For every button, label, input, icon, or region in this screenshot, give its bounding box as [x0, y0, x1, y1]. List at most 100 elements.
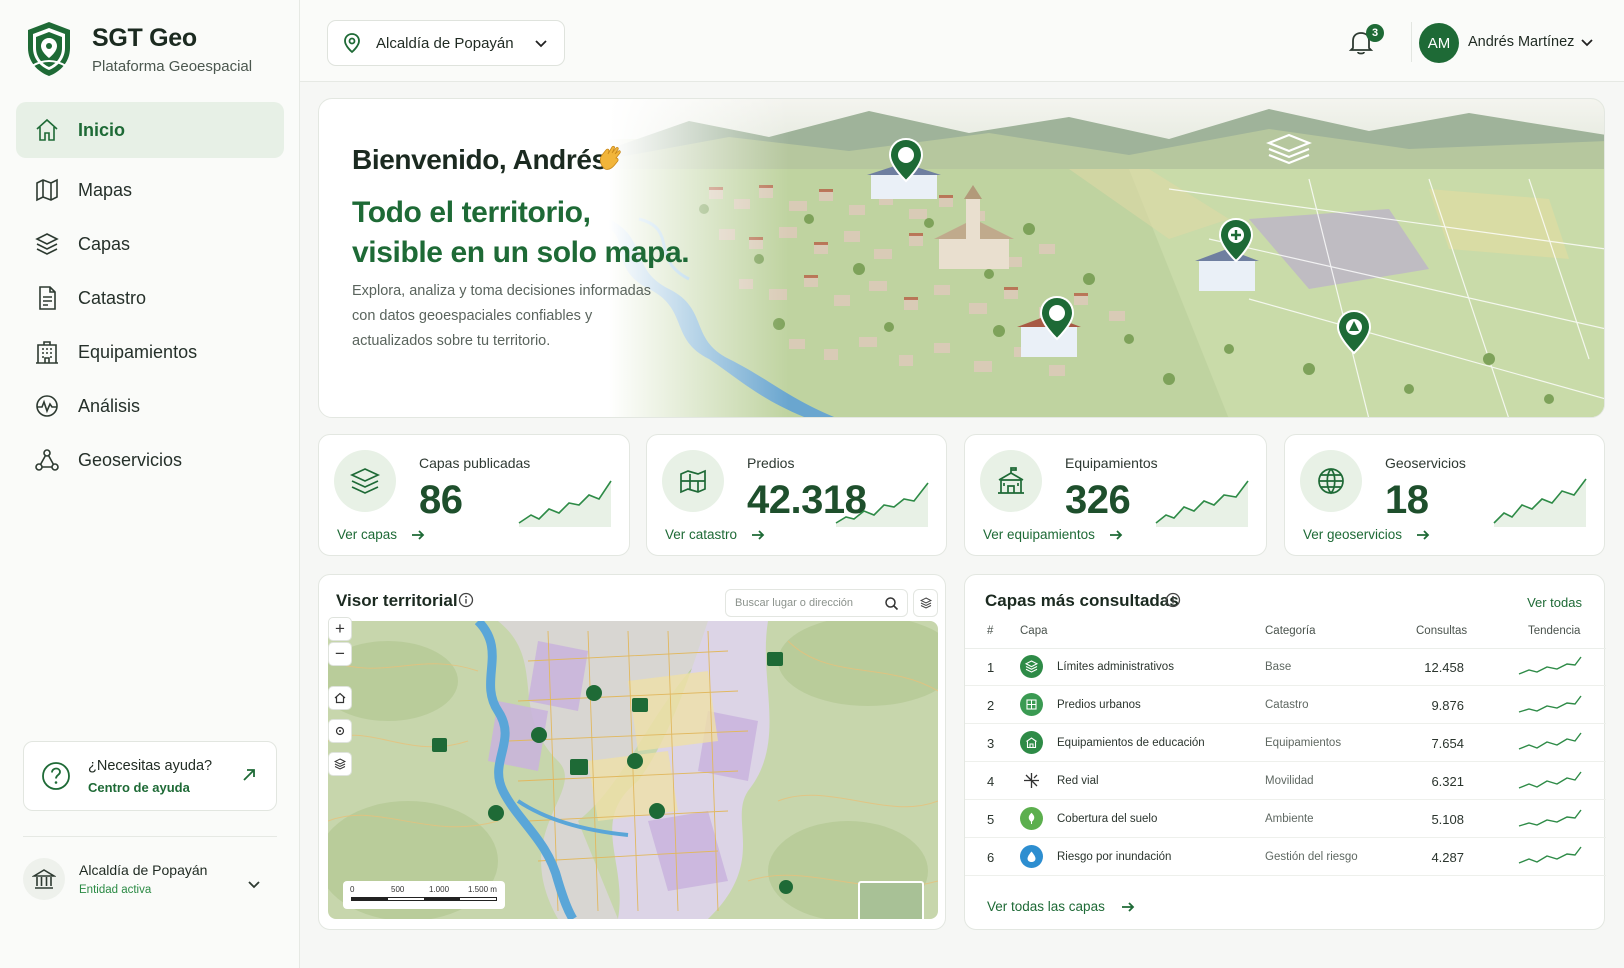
column-header: #	[987, 625, 994, 637]
trend-sparkline	[1518, 846, 1582, 864]
arrow-right-icon	[412, 529, 425, 540]
column-header: Tendencia	[1528, 625, 1581, 637]
map-search-placeholder: Buscar lugar o dirección	[735, 597, 854, 609]
table-row[interactable]: 6 Riesgo por inundación Gestión del ries…	[965, 838, 1606, 876]
sidebar-item-mapas[interactable]: Mapas	[16, 162, 284, 218]
kpi-value: 326	[1065, 478, 1131, 522]
layer-count: 9.876	[1431, 698, 1464, 713]
layer-category: Gestión del riesgo	[1265, 851, 1358, 863]
kpi-link[interactable]: Ver catastro	[665, 527, 765, 542]
pulse-chart-icon	[36, 395, 58, 417]
scale-label: 0	[350, 885, 355, 894]
arrow-right-icon	[752, 529, 765, 540]
sidebar-item-analisis[interactable]: Análisis	[16, 378, 284, 434]
info-icon[interactable]	[458, 592, 474, 608]
view-all-layers-link[interactable]: Ver todas las capas	[987, 899, 1135, 914]
table-row[interactable]: 1 Límites administrativos Base 12.458	[965, 648, 1606, 686]
kpi-card-capas[interactable]: Capas publicadas 86 Ver capas	[318, 434, 630, 556]
kpi-card-geoservicios[interactable]: Geoservicios 18 Ver geoservicios	[1284, 434, 1605, 556]
map-search-input[interactable]: Buscar lugar o dirección	[725, 589, 908, 617]
brand-subtitle: Plataforma Geoespacial	[92, 57, 253, 75]
arrow-right-icon	[1109, 529, 1123, 540]
trend-sparkline	[1518, 809, 1582, 827]
sidebar-item-catastro[interactable]: Catastro	[16, 270, 284, 326]
row-rank: 3	[987, 736, 995, 751]
arrow-right-icon	[1121, 901, 1135, 912]
sidebar-item-label: Inicio	[78, 119, 126, 140]
zoom-out-button[interactable]: −	[328, 642, 352, 666]
leaf-icon	[1020, 807, 1043, 830]
kpi-value: 18	[1385, 478, 1429, 522]
waving-hand-icon	[599, 145, 621, 170]
kpi-link-label: Ver capas	[337, 527, 398, 542]
avatar[interactable]: AM	[1419, 23, 1459, 63]
help-center-link[interactable]: Centro de ayuda	[88, 780, 212, 795]
kpi-label: Equipamientos	[1065, 455, 1158, 471]
institution-icon	[23, 857, 65, 900]
row-rank: 6	[987, 850, 995, 865]
kpi-label: Geoservicios	[1385, 455, 1466, 471]
map-layers-button[interactable]	[328, 752, 352, 776]
table-row[interactable]: 2 Predios urbanos Catastro 9.876	[965, 686, 1606, 724]
sidebar-item-geoservicios[interactable]: Geoservicios	[16, 432, 284, 488]
row-rank: 4	[987, 774, 995, 789]
layer-count: 4.287	[1431, 850, 1464, 865]
external-arrow-icon[interactable]	[240, 766, 258, 784]
brand-title: SGT Geo	[92, 23, 197, 52]
parcel-map-icon	[1020, 693, 1043, 716]
sidebar-item-capas[interactable]: Capas	[16, 216, 284, 272]
kpi-card-predios[interactable]: Predios 42.318 Ver catastro	[646, 434, 947, 556]
info-icon[interactable]	[1165, 592, 1181, 608]
hero-description: Explora, analiza y toma decisiones infor…	[352, 283, 652, 349]
kpi-value: 86	[419, 478, 463, 522]
chevron-down-icon[interactable]	[247, 877, 261, 891]
main-nav: Inicio Mapas Capas Catastro Equipamiento…	[16, 102, 284, 488]
map-base	[328, 621, 938, 919]
sidebar-item-label: Catastro	[78, 287, 147, 308]
layer-category: Base	[1265, 661, 1292, 673]
home-extent-button[interactable]	[328, 686, 352, 710]
brand[interactable]: SGT Geo Plataforma Geoespacial	[24, 20, 252, 78]
minimap[interactable]	[858, 881, 924, 919]
org-select[interactable]: Alcaldía de Popayán	[327, 20, 565, 66]
kpi-link[interactable]: Ver geoservicios	[1303, 527, 1430, 542]
table-row[interactable]: 3 Equipamientos de educación Equipamient…	[965, 724, 1606, 762]
locate-button[interactable]	[328, 719, 352, 743]
kpi-label: Predios	[747, 455, 795, 471]
school-building-icon	[1020, 731, 1043, 754]
view-all-link[interactable]: Ver todas	[1527, 595, 1582, 610]
network-icon	[35, 449, 59, 471]
chevron-down-icon	[535, 40, 547, 48]
help-card[interactable]: ¿Necesitas ayuda? Centro de ayuda	[23, 741, 277, 811]
layers-toggle-button[interactable]	[913, 589, 938, 617]
welcome-hero: Bienvenido, Andrés Todo el territorio, v…	[318, 98, 1605, 418]
chevron-down-icon[interactable]	[1581, 38, 1593, 48]
building-icon	[36, 341, 58, 364]
kpi-link[interactable]: Ver equipamientos	[983, 527, 1123, 542]
user-name[interactable]: Andrés Martínez	[1468, 34, 1574, 50]
scale-label: 1.000	[429, 885, 450, 894]
search-icon[interactable]	[884, 596, 899, 611]
zoom-in-button[interactable]: +	[328, 617, 352, 641]
entity-switcher[interactable]: Alcaldía de Popayán Entidad activa	[23, 836, 277, 906]
question-icon	[42, 762, 70, 790]
sparkline	[835, 482, 929, 527]
top-layers-title: Capas más consultadas	[985, 591, 1179, 610]
kpi-link[interactable]: Ver capas	[337, 527, 425, 542]
layer-category: Equipamientos	[1265, 737, 1342, 749]
layer-category: Movilidad	[1265, 775, 1314, 787]
layers-icon	[1020, 655, 1043, 678]
sidebar-item-equipamientos[interactable]: Equipamientos	[16, 324, 284, 380]
divider	[1411, 22, 1412, 62]
table-row[interactable]: 5 Cobertura del suelo Ambiente 5.108	[965, 800, 1606, 838]
sparkline	[1493, 478, 1587, 527]
hero-headline-line-2: visible en un solo mapa.	[352, 236, 690, 269]
map-canvas[interactable]	[328, 621, 938, 919]
notification-badge: 3	[1366, 24, 1384, 42]
sidebar-item-label: Capas	[78, 233, 131, 254]
sidebar-item-inicio[interactable]: Inicio	[16, 102, 284, 158]
table-row[interactable]: 4 Red vial Movilidad 6.321	[965, 762, 1606, 800]
territorial-viewer: Visor territorial Buscar lugar o direcci…	[318, 574, 946, 930]
shield-map-pin-logo	[28, 22, 70, 76]
kpi-card-equipamientos[interactable]: Equipamientos 326 Ver equipamientos	[964, 434, 1267, 556]
